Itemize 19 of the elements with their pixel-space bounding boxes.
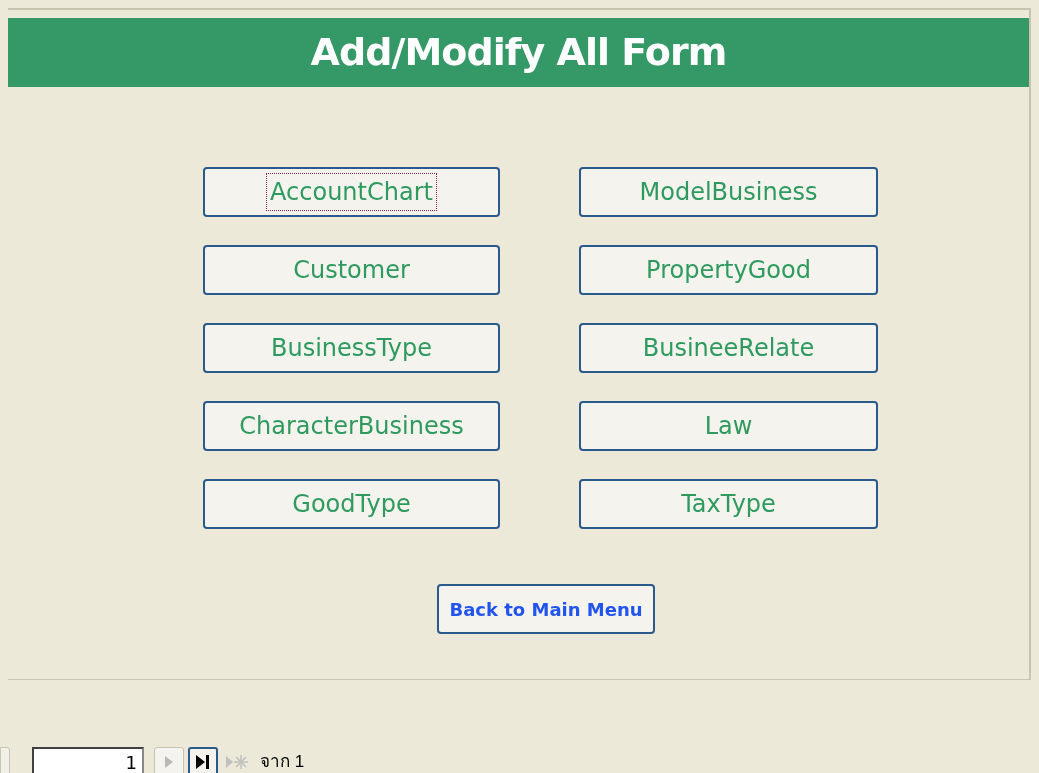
form-button[interactable]: PropertyGood [579, 245, 878, 295]
record-number-field[interactable]: 1 [32, 747, 144, 773]
new-record-icon [226, 754, 248, 770]
form-button[interactable]: CharacterBusiness [203, 401, 500, 451]
form-button[interactable]: Law [579, 401, 878, 451]
record-count-label: จาก 1 [260, 751, 305, 773]
last-record-button[interactable] [188, 747, 218, 773]
play-icon [165, 756, 173, 768]
form-button[interactable]: BusineeRelate [579, 323, 878, 373]
form-button[interactable]: BusinessType [203, 323, 500, 373]
form-button[interactable]: AccountChart [203, 167, 500, 217]
previous-record-button[interactable] [0, 747, 10, 773]
form-button[interactable]: ModelBusiness [579, 167, 878, 217]
form-button[interactable]: TaxType [579, 479, 878, 529]
form-button[interactable]: GoodType [203, 479, 500, 529]
back-to-main-menu-button[interactable]: Back to Main Menu [437, 584, 655, 634]
form-title: Add/Modify All Form [310, 29, 727, 76]
form-button[interactable]: Customer [203, 245, 500, 295]
skip-to-end-icon [196, 755, 210, 769]
